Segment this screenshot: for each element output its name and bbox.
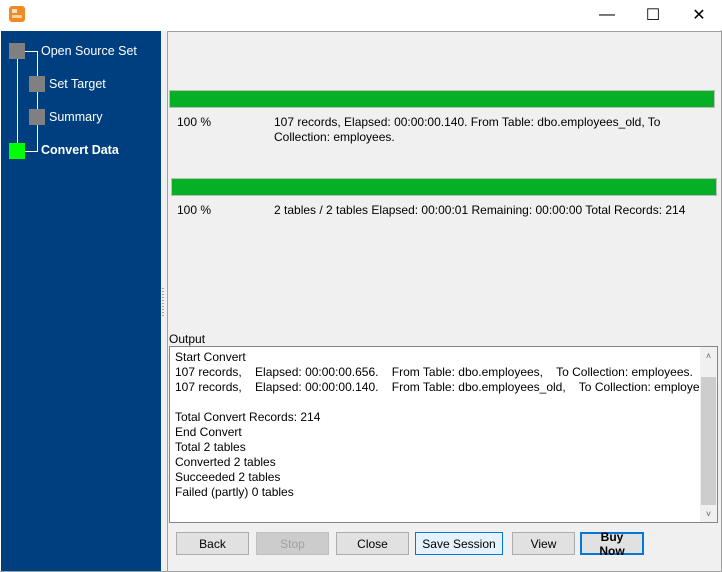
output-log-text: Start Convert 107 records, Elapsed: 00:00… xyxy=(175,350,716,500)
buy-now-button[interactable]: Buy Now xyxy=(580,530,644,558)
minimize-button[interactable]: — xyxy=(584,0,630,30)
step-convert-data[interactable]: Convert Data xyxy=(41,143,119,157)
scroll-down-icon[interactable]: ˅ xyxy=(700,505,717,522)
tree-connector xyxy=(17,51,18,152)
step-set-target[interactable]: Set Target xyxy=(49,77,106,91)
output-label: Output xyxy=(169,332,206,346)
save-session-button[interactable]: Save Session xyxy=(415,532,503,555)
minimize-icon: — xyxy=(599,6,615,23)
overall-progress-bar xyxy=(171,178,717,196)
step-summary-marker xyxy=(29,109,45,125)
maximize-button[interactable]: ☐ xyxy=(630,0,676,30)
output-line: 107 records, Elapsed: 00:00:00.140. From… xyxy=(175,380,716,394)
output-log[interactable]: Start Convert 107 records, Elapsed: 00:00… xyxy=(169,346,718,523)
table-progress-percent: 100 % xyxy=(177,115,212,129)
output-line: End Convert xyxy=(175,425,242,439)
table-progress-detail-line1: 107 records, Elapsed: 00:00:00.140. From… xyxy=(274,115,661,129)
step-summary[interactable]: Summary xyxy=(49,110,102,124)
close-window-button[interactable]: ✕ xyxy=(676,0,722,30)
app-icon xyxy=(9,6,25,22)
close-icon: ✕ xyxy=(692,7,706,24)
output-line: Total Convert Records: 214 xyxy=(175,410,321,424)
output-line: Failed (partly) 0 tables xyxy=(175,485,294,499)
view-button[interactable]: View xyxy=(512,532,575,555)
step-set-target-marker xyxy=(29,76,45,92)
table-progress-detail-line2: Collection: employees. xyxy=(274,130,395,144)
overall-progress-detail: 2 tables / 2 tables Elapsed: 00:00:01 Re… xyxy=(274,203,686,217)
wizard-steps-sidebar: Open Source Set Set Target Summary Conve… xyxy=(1,31,161,571)
step-convert-data-marker xyxy=(9,143,25,159)
splitter-grip[interactable] xyxy=(162,288,164,316)
output-line: 107 records, Elapsed: 00:00:00.656. From… xyxy=(175,365,693,379)
back-button[interactable]: Back xyxy=(176,532,249,555)
output-line: Total 2 tables xyxy=(175,440,246,454)
maximize-icon: ☐ xyxy=(645,7,661,24)
table-progress-bar xyxy=(169,90,715,108)
step-open-source-set[interactable]: Open Source Set xyxy=(41,44,137,58)
title-bar: — ☐ ✕ xyxy=(0,0,722,30)
close-button[interactable]: Close xyxy=(336,532,409,555)
tree-connector xyxy=(25,151,38,152)
overall-progress-percent: 100 % xyxy=(177,203,212,217)
output-line: Start Convert xyxy=(175,350,246,364)
stop-button[interactable]: Stop xyxy=(256,532,329,555)
tree-connector xyxy=(37,51,38,152)
scroll-thumb[interactable] xyxy=(701,377,716,505)
output-scrollbar[interactable]: ˄ ˅ xyxy=(700,347,717,522)
scroll-up-icon[interactable]: ˄ xyxy=(700,347,717,364)
output-line: Converted 2 tables xyxy=(175,455,276,469)
step-open-source-set-marker xyxy=(9,43,25,59)
output-line: Succeeded 2 tables xyxy=(175,470,281,484)
